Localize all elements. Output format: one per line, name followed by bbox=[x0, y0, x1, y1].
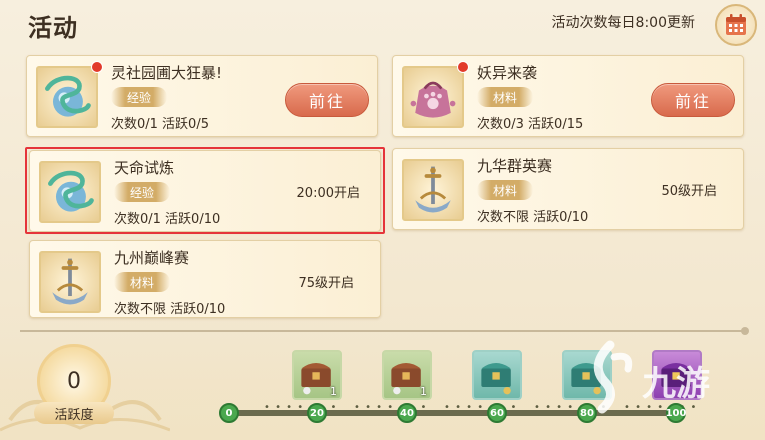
jade-chest-icon bbox=[481, 363, 511, 395]
activity-card-jiuhua-contest[interactable]: 九华群英赛 材料 次数不限 活跃0/10 50级开启 bbox=[392, 148, 744, 230]
reward-count: 1 bbox=[330, 385, 337, 398]
activity-stats: 次数0/3 活跃0/15 bbox=[477, 117, 584, 132]
go-button[interactable]: 前往 bbox=[651, 83, 735, 117]
activity-name: 九华群英赛 bbox=[477, 157, 553, 175]
sword-emblem-icon bbox=[402, 159, 464, 221]
activity-name: 九州巅峰赛 bbox=[114, 249, 190, 267]
spirit-orb-icon bbox=[36, 66, 98, 128]
activity-stats: 次数不限 活跃0/10 bbox=[477, 210, 589, 225]
divider bbox=[20, 327, 749, 335]
reward-chest-40[interactable]: 1 bbox=[382, 350, 432, 400]
activity-tag: 材料 bbox=[114, 272, 170, 292]
milestone-node: 20 bbox=[307, 403, 327, 423]
activity-tag: 经验 bbox=[111, 87, 167, 107]
watermark-text: 九游 bbox=[642, 364, 710, 404]
sword-emblem-icon bbox=[39, 251, 101, 313]
milestone-node: 0 bbox=[219, 403, 239, 423]
activity-card-garden[interactable]: 灵社园圃大狂暴! 经验 次数0/1 活跃0/5 前往 bbox=[26, 55, 378, 137]
activity-points-label: 活跃度 bbox=[34, 402, 114, 424]
activity-tag: 材料 bbox=[477, 180, 533, 200]
reward-chest-60[interactable] bbox=[472, 350, 522, 400]
activity-stats: 次数0/1 活跃0/5 bbox=[111, 117, 209, 132]
activity-name: 妖异来袭 bbox=[477, 64, 538, 82]
open-condition: 75级开启 bbox=[298, 276, 354, 291]
open-condition: 50级开启 bbox=[661, 184, 717, 199]
reward-count: 1 bbox=[420, 385, 427, 398]
activity-tag: 材料 bbox=[477, 87, 533, 107]
go-button[interactable]: 前往 bbox=[285, 83, 369, 117]
activity-card-demon-attack[interactable]: 妖异来袭 材料 次数0/3 活跃0/15 前往 bbox=[392, 55, 744, 137]
notification-dot bbox=[457, 61, 469, 73]
page-title: 活动 bbox=[28, 14, 78, 42]
activity-stats: 次数不限 活跃0/10 bbox=[114, 302, 226, 317]
selection-highlight bbox=[25, 147, 385, 234]
reward-chest-20[interactable]: 1 bbox=[292, 350, 342, 400]
activity-name: 灵社园圃大狂暴! bbox=[111, 64, 223, 82]
calendar-button[interactable] bbox=[715, 4, 757, 46]
milestone-node: 40 bbox=[397, 403, 417, 423]
notification-dot bbox=[91, 61, 103, 73]
demon-pouch-icon bbox=[402, 66, 464, 128]
refresh-note: 活动次数每日8:00更新 bbox=[551, 15, 695, 31]
milestone-node: 60 bbox=[487, 403, 507, 423]
activity-card-jiuzhou-peak[interactable]: 九州巅峰赛 材料 次数不限 活跃0/10 75级开启 bbox=[29, 240, 381, 318]
watermark-logo: 九游 bbox=[593, 340, 710, 414]
calendar-icon bbox=[726, 14, 746, 35]
